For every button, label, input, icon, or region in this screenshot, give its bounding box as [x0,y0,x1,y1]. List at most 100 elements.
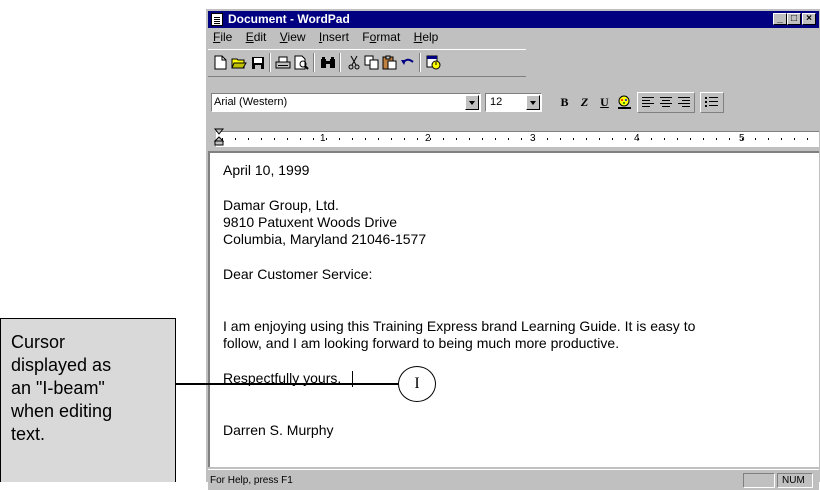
ibeam-cursor-highlight: I [398,366,436,402]
ruler-tick [430,138,431,140]
ruler-tick [521,138,522,140]
ruler-tick [573,138,574,140]
ruler-tick [391,138,392,140]
ruler-tick [560,138,561,140]
ruler-tick [807,138,808,140]
ruler-tick [729,138,730,140]
ruler-tick [768,138,769,140]
align-left-icon[interactable] [640,94,657,111]
menu-format[interactable]: Format [357,29,405,45]
toolbar-separator [339,53,341,72]
size-dropdown-arrow-icon[interactable] [526,95,540,110]
paste-icon[interactable] [381,54,398,71]
copy-icon[interactable] [363,54,380,71]
doc-address-line: Columbia, Maryland 21046-1577 [223,231,427,247]
doc-address-line: Damar Group, Ltd. [223,197,339,213]
window-title: Document - WordPad [228,12,350,26]
ruler-tick [417,138,418,140]
font-size-value: 12 [490,96,503,108]
title-bar[interactable]: Document - WordPad _ □ × [208,11,819,28]
doc-body-line: follow, and I am looking forward to bein… [223,335,620,351]
ruler-tick [677,138,678,140]
italic-button[interactable]: Z [576,94,593,111]
callout-text-line: text. [11,424,46,444]
find-icon[interactable] [319,54,336,71]
callout-text-line: an "I-beam" [11,378,105,398]
ruler-tick [443,138,444,140]
callout-text-line: when editing [11,401,113,421]
ruler-tick [547,138,548,140]
status-panel-empty [743,473,775,488]
ruler-tick [534,138,535,140]
document-icon[interactable] [211,13,223,26]
doc-signature: Darren S. Murphy [223,422,334,438]
ruler-number: 1 [320,133,326,144]
indent-marker-icon[interactable] [214,128,224,146]
open-icon[interactable] [230,54,247,71]
color-icon[interactable] [616,94,633,111]
ruler-tick [404,138,405,140]
ruler-tick [456,138,457,140]
ruler-tick [248,138,249,140]
ruler-tick [235,138,236,140]
menu-help[interactable]: Help [409,29,444,45]
align-center-icon[interactable] [658,94,675,111]
ruler-tick [742,138,743,140]
save-icon[interactable] [249,54,266,71]
ruler-tick [651,138,652,140]
underline-button[interactable]: U [596,94,613,111]
cut-icon[interactable] [345,54,362,71]
menu-view[interactable]: View [275,29,311,45]
maximize-button[interactable]: □ [787,13,801,25]
standard-toolbar [208,49,526,77]
document-text-area[interactable]: April 10, 1999 Damar Group, Ltd. 9810 Pa… [208,151,819,467]
minimize-button[interactable]: _ [773,13,787,25]
ruler-tick [274,138,275,140]
ruler-tick [482,138,483,140]
callout-text-line: Cursor [11,332,66,352]
ruler[interactable]: 1 2 3 4 5 [208,127,819,149]
font-dropdown-arrow-icon[interactable] [465,95,479,110]
bullets-icon[interactable] [703,94,720,111]
font-select[interactable]: Arial (Western) [211,93,481,112]
menu-insert[interactable]: Insert [314,29,354,45]
insert-datetime-icon[interactable] [425,54,442,71]
ruler-strip: 1 2 3 4 5 [216,131,819,147]
callout-box: Cursor displayed as an "I-beam" when edi… [0,318,176,482]
undo-icon[interactable] [399,54,416,71]
doc-salutation: Dear Customer Service: [223,266,373,282]
ibeam-cursor-icon: I [414,375,420,392]
doc-address-line: 9810 Patuxent Woods Drive [223,214,398,230]
ruler-tick [690,138,691,140]
ruler-tick [781,138,782,140]
ruler-tick [703,138,704,140]
menu-bar: File Edit View Insert Format Help [208,29,443,47]
ruler-tick [469,138,470,140]
bold-button[interactable]: B [556,94,573,111]
status-help-text: For Help, press F1 [210,475,293,486]
ruler-tick [378,138,379,140]
ruler-tick [352,138,353,140]
close-button[interactable]: × [802,13,816,25]
ruler-tick [794,138,795,140]
toolbar-separator [269,53,271,72]
print-preview-icon[interactable] [293,54,310,71]
ruler-tick [365,138,366,140]
menu-edit[interactable]: Edit [241,29,272,45]
ruler-tick [326,138,327,140]
ruler-tick [638,138,639,140]
doc-body-line: I am enjoying using this Training Expres… [223,318,696,334]
callout-text-line: displayed as [11,355,112,375]
ruler-tick [339,138,340,140]
ruler-tick [612,138,613,140]
print-icon[interactable] [274,54,291,71]
ruler-tick [599,138,600,140]
format-toolbar: Arial (Western) 12 B Z U [208,89,788,115]
font-size-select[interactable]: 12 [485,93,542,112]
menu-file[interactable]: File [208,29,237,45]
ruler-tick [287,138,288,140]
new-icon[interactable] [212,54,229,71]
align-right-icon[interactable] [676,94,693,111]
ruler-tick [716,138,717,140]
wordpad-window: Document - WordPad _ □ × File Edit View … [205,8,820,490]
